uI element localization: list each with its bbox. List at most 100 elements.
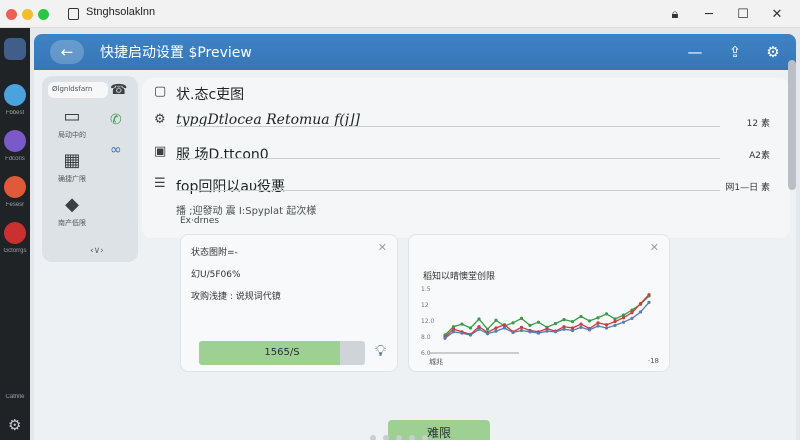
row-title: 服 场D.ttcon0 — [176, 147, 269, 163]
nav-item-label[interactable]: 确捷广限 — [47, 174, 97, 184]
nav-panel: Ølgnldsfarn ▭ 局动中的 ▦ 确捷广限 ◆ 南产低限 ‹∨› ☎ ✆… — [42, 76, 138, 262]
nav-item-label[interactable]: 南产低限 — [47, 218, 97, 228]
nav-more-toggle[interactable]: ‹∨› — [90, 246, 104, 256]
back-button[interactable]: ← — [50, 40, 84, 64]
link-icon[interactable]: ∞ — [110, 142, 122, 158]
series-point — [579, 325, 583, 329]
pager-dot[interactable] — [370, 435, 376, 440]
media-icon[interactable] — [4, 130, 26, 152]
window-header: ← 快捷启动设置 $Preview — ⇪ ⚙ — [34, 34, 796, 70]
series-point — [570, 319, 575, 324]
message-icon[interactable]: ▭ — [52, 106, 92, 127]
list-item[interactable]: ⚙ typgDtlocea Retomua f(j⌋] 12 素 — [142, 108, 790, 134]
weather-icon[interactable] — [4, 84, 26, 106]
status-line-2: 幻U/5F06% — [191, 270, 241, 280]
series-point — [604, 312, 609, 316]
nav-item-label[interactable]: 局动中的 — [47, 130, 97, 140]
status-line-1: 状态图附=- — [191, 248, 238, 258]
series-point — [511, 321, 515, 325]
series-point — [460, 331, 464, 335]
list-item[interactable]: ▣ 服 场D.ttcon0 A2素 — [142, 140, 790, 166]
gear-icon[interactable]: ⚙ — [762, 41, 784, 63]
close-icon[interactable]: ✕ — [378, 241, 387, 254]
series-point — [647, 300, 651, 304]
series-point — [477, 317, 481, 321]
series-point — [638, 302, 643, 306]
os-titlebar: Stnghsolaklnn 🔒︎ ─ ☐ ✕ — [0, 0, 800, 28]
pager-dot[interactable] — [409, 435, 415, 440]
scrollbar-thumb[interactable] — [788, 60, 796, 190]
lock-icon[interactable]: 🔒︎ — [664, 3, 686, 25]
row-count: 12 素 — [746, 119, 770, 129]
pager-dot[interactable] — [383, 435, 389, 440]
status-card: ✕ 状态图附=- 幻U/5F06% 攻购浅捷 : 说规词代镜 1565/S 💡︎ — [180, 234, 398, 372]
list-item[interactable]: ▢ 状.态c吏图 — [142, 80, 790, 106]
chart-footer-right: ·18 — [647, 357, 659, 365]
minimize-dash-icon[interactable]: — — [684, 41, 706, 63]
minimize-traffic-light[interactable] — [22, 9, 33, 20]
series-point — [621, 316, 626, 320]
nav-tab[interactable]: Ølgnldsfarn — [48, 82, 108, 98]
browser-icon[interactable] — [4, 176, 26, 198]
dock-label-4: Gctorrgs — [3, 248, 27, 254]
chart-footer-left: 城兆 — [429, 358, 443, 366]
series-point — [613, 319, 617, 324]
image-icon: ▣ — [154, 144, 167, 159]
pager-dot[interactable] — [422, 435, 428, 440]
list-icon: ☰ — [154, 176, 166, 191]
series-point — [587, 328, 592, 332]
series-point — [596, 324, 600, 328]
series-point — [494, 326, 498, 330]
settings-app-icon[interactable] — [4, 222, 26, 244]
series-point — [570, 328, 575, 333]
lightbulb-icon[interactable]: 💡︎ — [375, 341, 386, 361]
window-icon: ▢ — [154, 84, 167, 99]
series-point — [528, 323, 532, 327]
window-body: Ølgnldsfarn ▭ 局动中的 ▦ 确捷广限 ◆ 南产低限 ‹∨› ☎ ✆… — [34, 70, 796, 440]
row-subtitle: 播 ;迎發动 震 I:Spyplat 起次様 — [176, 206, 317, 217]
series-point — [596, 316, 600, 320]
close-traffic-light[interactable] — [6, 9, 17, 20]
apps-grid-icon[interactable] — [4, 38, 26, 60]
progress-bar[interactable]: 1565/S — [199, 341, 365, 365]
keyboard-icon[interactable]: ▦ — [52, 150, 92, 171]
row-divider — [176, 126, 720, 127]
palette-icon[interactable]: ◆ — [52, 194, 92, 215]
series-point — [638, 310, 643, 314]
series-point — [519, 325, 524, 329]
series-point — [630, 311, 634, 315]
series-point — [468, 333, 473, 337]
series-point — [477, 327, 481, 331]
series-point — [485, 327, 490, 331]
series-point — [502, 326, 507, 330]
row-count: 网1—日 素 — [725, 183, 770, 193]
dock-label-3: Fesesr — [5, 202, 25, 208]
list-item[interactable]: ☰ fop回阳以aυ役悪 网1—日 素 — [142, 172, 790, 198]
series-point — [604, 323, 609, 327]
minimize-icon[interactable]: ─ — [698, 3, 720, 25]
series-point — [443, 336, 447, 340]
app-dock: Fbbest Fdcoris Fesesr Gctorrgs Cathlte ⚙ — [0, 28, 30, 440]
y-tick-label: 12 — [421, 302, 429, 309]
row-title: 状.态c吏图 — [176, 87, 245, 103]
call-icon[interactable]: ✆ — [110, 112, 122, 128]
series-point — [596, 321, 600, 325]
dock-label-1: Fbbest — [5, 110, 25, 116]
pager-dots — [370, 426, 435, 440]
series-point — [579, 322, 583, 326]
close-icon[interactable]: ✕ — [766, 3, 788, 25]
phone-icon[interactable]: ☎ — [110, 82, 127, 98]
gear-icon[interactable]: ⚙ — [8, 416, 21, 434]
series-point — [502, 323, 507, 327]
zoom-traffic-light[interactable] — [38, 9, 49, 20]
scrollbar[interactable] — [788, 60, 796, 420]
progress-label: 1565/S — [264, 347, 300, 358]
series-point — [528, 330, 532, 334]
share-icon[interactable]: ⇪ — [724, 41, 746, 63]
series-point — [485, 332, 490, 336]
series-point — [562, 327, 566, 331]
maximize-icon[interactable]: ☐ — [732, 3, 754, 25]
series-point — [553, 321, 558, 326]
pager-dot[interactable] — [396, 435, 402, 440]
series-point — [604, 326, 609, 330]
